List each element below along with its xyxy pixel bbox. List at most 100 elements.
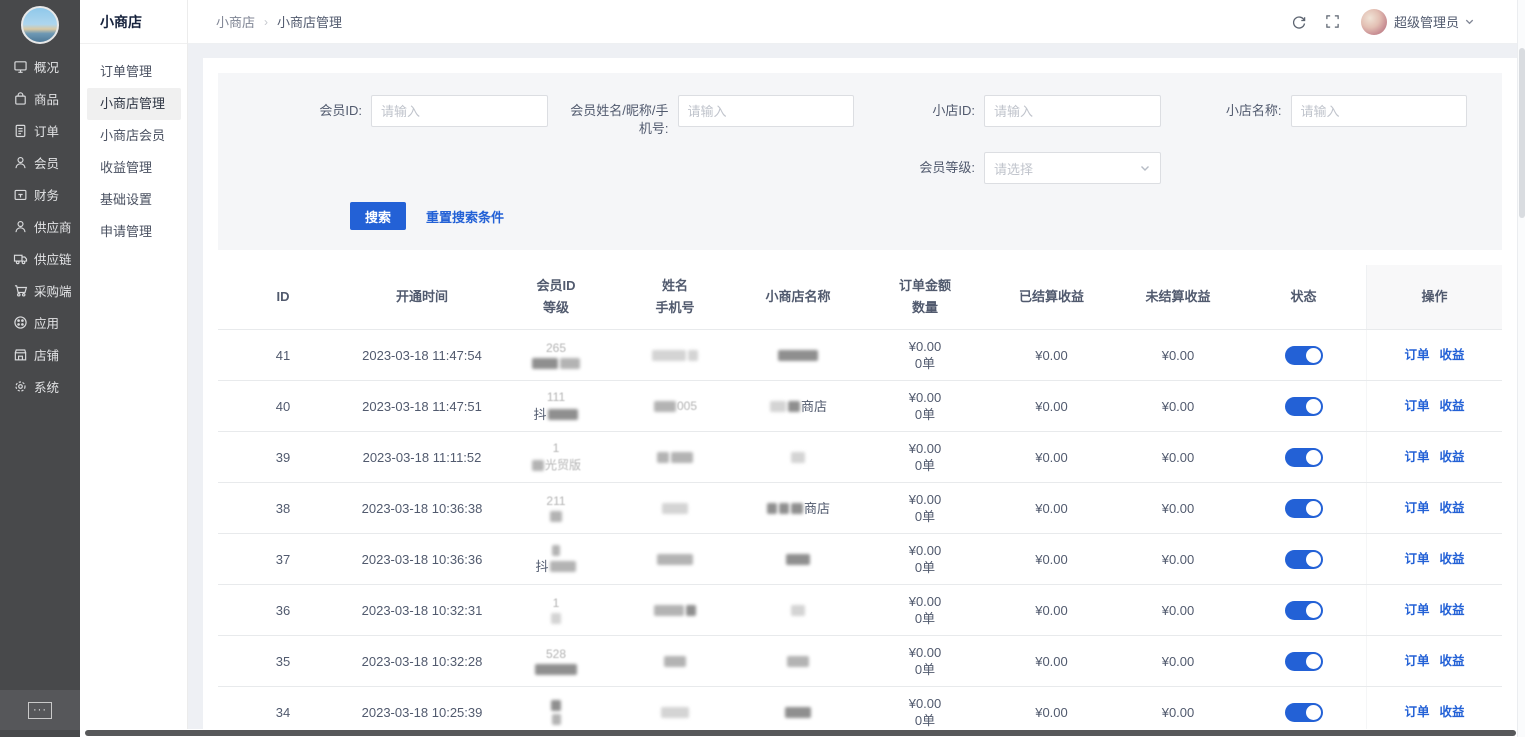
table-cell: 2023-03-18 10:36:38 <box>348 483 496 533</box>
sidebar-item-2[interactable]: 订单 <box>0 114 80 146</box>
sidebar-item-10[interactable]: 系统 <box>0 370 80 402</box>
vertical-scrollbar[interactable] <box>1517 0 1525 737</box>
member-name-input[interactable] <box>678 95 855 127</box>
sidebar-item-6[interactable]: 供应链 <box>0 242 80 274</box>
redacted-block <box>688 350 698 361</box>
field-label: 小店ID: <box>866 95 984 120</box>
income-link[interactable]: 收益 <box>1440 551 1465 568</box>
sidebar-item-0[interactable]: 概况 <box>0 50 80 82</box>
column-header: 已结算收益 <box>988 265 1115 329</box>
member-id-input[interactable] <box>371 95 548 127</box>
order-link[interactable]: 订单 <box>1404 398 1429 415</box>
shop-id-input[interactable] <box>984 95 1161 127</box>
search-panel: 会员ID:会员姓名/昵称/手机号:小店ID:小店名称:会员等级:请选择 搜索 重… <box>218 73 1502 250</box>
subnav-item-5[interactable]: 申请管理 <box>87 216 181 248</box>
sidebar-more-button[interactable]: ··· <box>28 702 52 719</box>
app-logo <box>21 6 59 44</box>
status-toggle[interactable] <box>1285 550 1323 569</box>
order-link[interactable]: 订单 <box>1404 347 1429 364</box>
censored-text-fragment: 抖 <box>535 558 548 575</box>
table-cell <box>1241 432 1366 482</box>
table-cell: ¥0.00 <box>988 330 1115 380</box>
table-cell: 38 <box>218 483 348 533</box>
censored-text-fragment: 光贸版 <box>545 457 581 474</box>
order-link[interactable]: 订单 <box>1404 449 1429 466</box>
table-cell: 528 <box>496 636 616 686</box>
income-link[interactable]: 收益 <box>1440 653 1465 670</box>
sidebar-item-label: 应用 <box>34 313 59 332</box>
sidebar-item-label: 供应链 <box>34 249 72 268</box>
sidebar-item-1[interactable]: 商品 <box>0 82 80 114</box>
field-label: 会员ID: <box>253 95 371 120</box>
table-row: 352023-03-18 10:32:28528¥0.000单¥0.00¥0.0… <box>218 636 1502 687</box>
censored-text-fragment: 商店 <box>801 398 827 415</box>
sidebar-item-7[interactable]: 采购端 <box>0 274 80 306</box>
redacted-block <box>552 545 560 556</box>
vertical-scrollbar-thumb[interactable] <box>1519 48 1525 218</box>
refresh-icon[interactable] <box>1291 14 1307 30</box>
income-link[interactable]: 收益 <box>1440 602 1465 619</box>
secondary-sidebar: 小商店 订单管理小商店管理小商店会员收益管理基础设置申请管理 <box>80 0 188 737</box>
order-link[interactable]: 订单 <box>1404 704 1429 721</box>
column-header: 开通时间 <box>348 265 496 329</box>
status-toggle[interactable] <box>1285 652 1323 671</box>
column-header: 状态 <box>1241 265 1366 329</box>
table-cell: ¥0.00 <box>1115 483 1241 533</box>
table-cell: 211 <box>496 483 616 533</box>
status-toggle[interactable] <box>1285 499 1323 518</box>
censored-text-fragment: 111 <box>547 389 565 406</box>
table-cell <box>1241 483 1366 533</box>
status-toggle[interactable] <box>1285 397 1323 416</box>
order-link[interactable]: 订单 <box>1404 551 1429 568</box>
status-toggle[interactable] <box>1285 448 1323 467</box>
truck-icon <box>13 251 28 266</box>
shop-name-input[interactable] <box>1291 95 1468 127</box>
sidebar-item-9[interactable]: 店铺 <box>0 338 80 370</box>
monitor-icon <box>13 59 28 74</box>
breadcrumb-item-home[interactable]: 小商店 <box>216 12 255 31</box>
table-cell: ¥0.00 <box>988 381 1115 431</box>
search-button[interactable]: 搜索 <box>350 202 406 230</box>
user-menu[interactable]: 超级管理员 <box>1394 12 1475 31</box>
horizontal-scrollbar[interactable] <box>80 729 1517 737</box>
table-row: 392023-03-18 11:11:521光贸版¥0.000单¥0.00¥0.… <box>218 432 1502 483</box>
sidebar-item-8[interactable]: 应用 <box>0 306 80 338</box>
logo-wrap <box>0 2 80 48</box>
order-link[interactable]: 订单 <box>1404 602 1429 619</box>
income-link[interactable]: 收益 <box>1440 347 1465 364</box>
income-link[interactable]: 收益 <box>1440 398 1465 415</box>
subnav-item-4[interactable]: 基础设置 <box>87 184 181 216</box>
subnav-item-2[interactable]: 小商店会员 <box>87 120 181 152</box>
subnav-item-1[interactable]: 小商店管理 <box>87 88 181 120</box>
income-link[interactable]: 收益 <box>1440 500 1465 517</box>
income-link[interactable]: 收益 <box>1440 704 1465 721</box>
table-cell: 商店 <box>734 381 862 431</box>
table-cell: ¥0.00 <box>988 483 1115 533</box>
horizontal-scrollbar-thumb[interactable] <box>85 730 1516 736</box>
status-toggle[interactable] <box>1285 601 1323 620</box>
field-label: 会员姓名/昵称/手机号: <box>560 95 678 138</box>
reset-search-link[interactable]: 重置搜索条件 <box>426 207 504 226</box>
subnav-item-0[interactable]: 订单管理 <box>87 56 181 88</box>
status-toggle[interactable] <box>1285 346 1323 365</box>
table-cell <box>1241 381 1366 431</box>
redacted-block <box>550 561 576 572</box>
sidebar-item-3[interactable]: 会员 <box>0 146 80 178</box>
table-cell: 订单收益 <box>1366 432 1502 482</box>
sidebar-item-5[interactable]: 供应商 <box>0 210 80 242</box>
order-link[interactable]: 订单 <box>1404 653 1429 670</box>
subnav-item-3[interactable]: 收益管理 <box>87 152 181 184</box>
table-cell: 1 <box>496 585 616 635</box>
income-link[interactable]: 收益 <box>1440 449 1465 466</box>
table-cell: ¥0.00 <box>1115 585 1241 635</box>
status-toggle[interactable] <box>1285 703 1323 722</box>
order-link[interactable]: 订单 <box>1404 500 1429 517</box>
user-avatar[interactable] <box>1361 9 1387 35</box>
table-cell: ¥0.00 <box>1115 636 1241 686</box>
censored-text-fragment: 265 <box>546 340 566 357</box>
sidebar-item-4[interactable]: 财务 <box>0 178 80 210</box>
fullscreen-icon[interactable] <box>1325 14 1341 30</box>
redacted-block <box>786 554 810 565</box>
member-level-select[interactable]: 请选择 <box>984 152 1161 184</box>
table-cell: 2023-03-18 10:32:28 <box>348 636 496 686</box>
